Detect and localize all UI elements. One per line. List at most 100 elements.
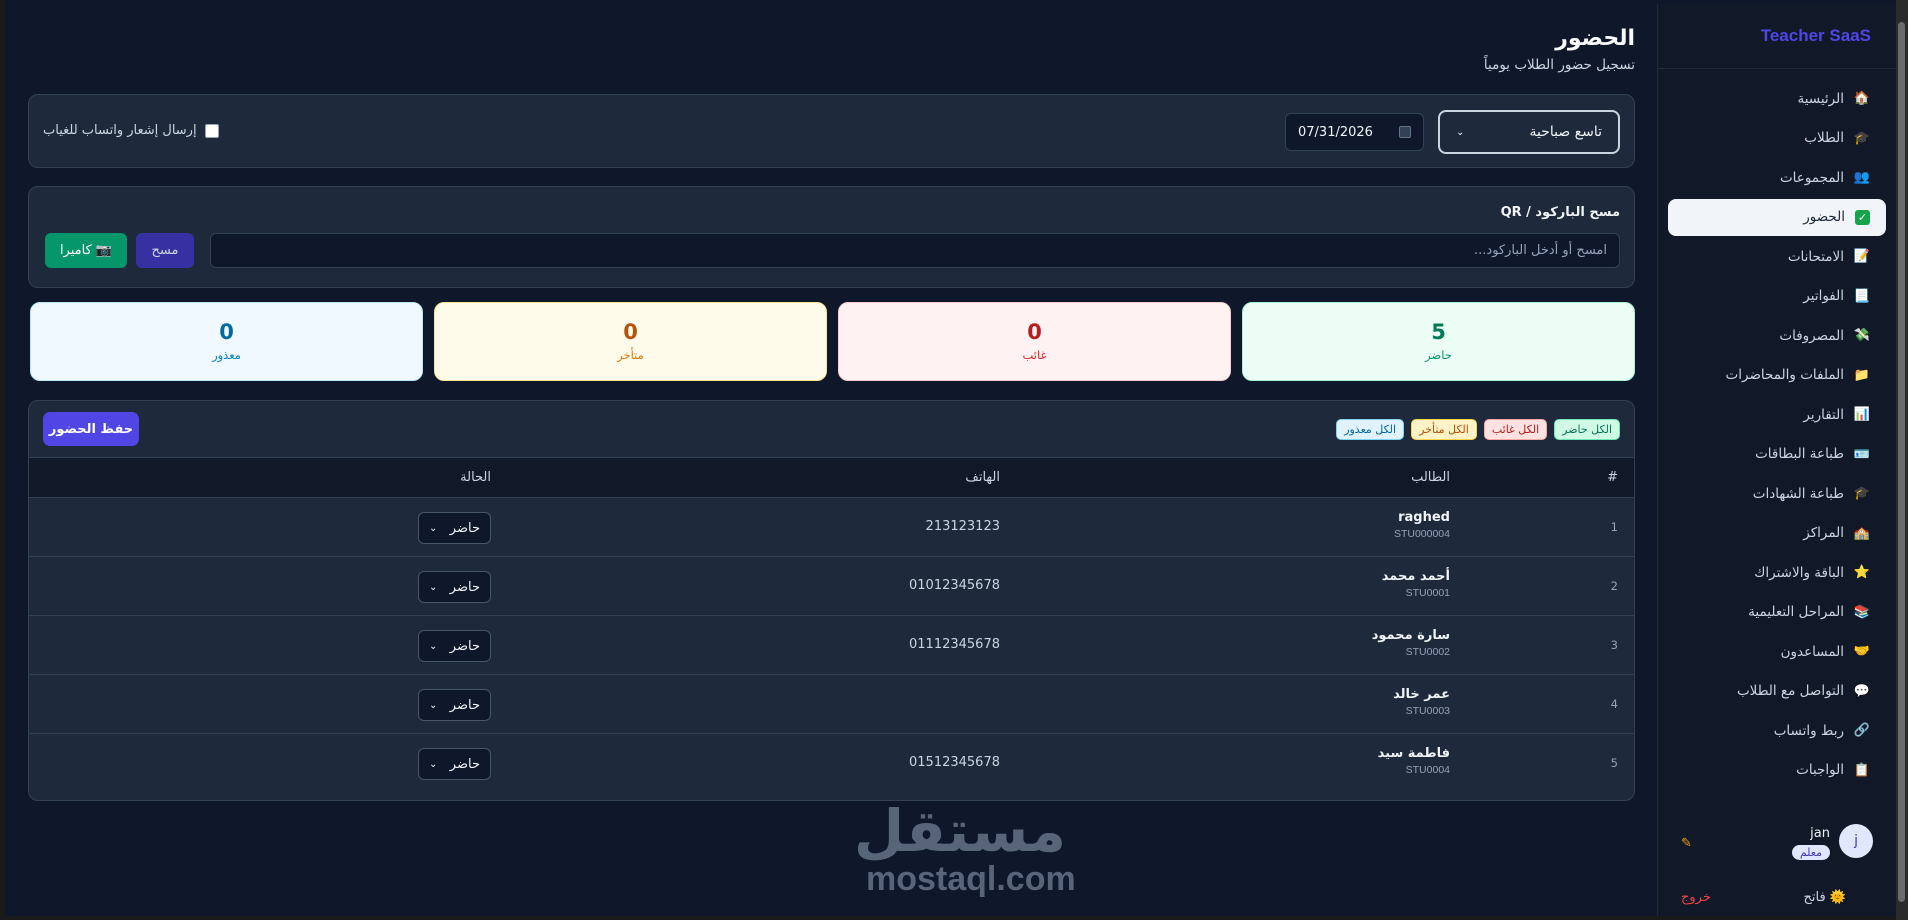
- sidebar-item-4[interactable]: 📝 الامتحانات: [1668, 238, 1886, 275]
- stat-late-count: 0: [623, 320, 638, 344]
- group-select-value: تاسع صباحية: [1529, 124, 1602, 140]
- student-code: STU000004: [1393, 528, 1450, 540]
- folder-icon: 📁: [1853, 367, 1870, 383]
- date-input[interactable]: 07/31/2026: [1285, 113, 1424, 151]
- row-index: 2: [1610, 579, 1618, 593]
- sidebar-item-2[interactable]: 👥 المجموعات: [1668, 159, 1886, 196]
- theme-toggle-button[interactable]: 🌞 فاتح: [1803, 890, 1846, 905]
- status-value: حاضر: [449, 520, 480, 536]
- status-select[interactable]: حاضر ⌄: [418, 689, 491, 721]
- sidebar-item-8[interactable]: 📊 التقارير: [1668, 396, 1886, 433]
- scan-label: مسح الباركود / QR: [1500, 205, 1620, 220]
- watermark-arabic: مستقل: [853, 797, 1066, 865]
- table-row: 3 سارة محمود STU0002 01112345678 حاضر ⌄: [29, 616, 1634, 675]
- divider: [1658, 68, 1896, 69]
- sun-icon: 🌞: [1829, 890, 1846, 905]
- sidebar-item-12[interactable]: ⭐ الباقة والاشتراك: [1668, 554, 1886, 591]
- sidebar-item-16[interactable]: 🔗 ربط واتساب: [1668, 712, 1886, 749]
- exams-icon: 📝: [1853, 249, 1870, 264]
- stat-present-card: 5 حاضر: [1242, 302, 1635, 381]
- sidebar-item-7[interactable]: 📁 الملفات والمحاضرات: [1668, 357, 1886, 394]
- user-name: jan: [1810, 826, 1830, 841]
- avatar[interactable]: j: [1839, 824, 1873, 858]
- status-select[interactable]: حاضر ⌄: [418, 630, 491, 662]
- save-attendance-button[interactable]: حفظ الحضور: [43, 412, 139, 446]
- sidebar-item-5[interactable]: 📃 الفواتير: [1668, 278, 1886, 315]
- student-name: raghed: [1398, 510, 1450, 525]
- stat-excused-label: معذور: [212, 348, 241, 362]
- chevron-down-icon: ⌄: [429, 581, 438, 593]
- sidebar-item-0[interactable]: 🏠 الرئيسية: [1668, 80, 1886, 117]
- scan-button[interactable]: مسح: [136, 233, 194, 268]
- scrollbar-thumb[interactable]: [1898, 22, 1905, 902]
- sidebar-item-label: الحضور: [1803, 209, 1845, 225]
- group-select[interactable]: تاسع صباحية ⌄: [1438, 110, 1620, 154]
- whatsapp-notify-label: إرسال إشعار واتساب للغياب: [43, 123, 197, 138]
- chevron-down-icon: ⌄: [1456, 126, 1465, 138]
- stat-excused-count: 0: [219, 320, 234, 344]
- page-subtitle: تسجيل حضور الطلاب يومياً: [1483, 57, 1635, 73]
- sidebar-item-1[interactable]: 🎓 الطلاب: [1668, 120, 1886, 157]
- student-cell: أحمد محمد STU0001: [1382, 569, 1450, 599]
- mark-all-excused-button[interactable]: الكل معذور: [1336, 419, 1405, 440]
- column-header-status: الحالة: [460, 470, 491, 485]
- row-index: 3: [1610, 638, 1618, 652]
- stat-present-count: 5: [1431, 320, 1446, 344]
- sidebar-item-3[interactable]: ✓ الحضور: [1668, 198, 1886, 236]
- student-phone: 213123123: [925, 519, 1000, 534]
- barcode-input[interactable]: امسح أو أدخل الباركود...: [210, 233, 1620, 268]
- calendar-icon[interactable]: [1399, 126, 1411, 138]
- main-content: الحضور تسجيل حضور الطلاب يومياً تاسع صبا…: [28, 4, 1635, 916]
- sidebar-item-label: الواجبات: [1796, 762, 1844, 778]
- logout-button[interactable]: خروج: [1681, 890, 1711, 905]
- groups-icon: 👥: [1853, 170, 1870, 185]
- mark-all-late-button[interactable]: الكل متأخر: [1411, 419, 1477, 440]
- mark-all-present-button[interactable]: الكل حاضر: [1554, 419, 1620, 440]
- student-phone: 01512345678: [909, 755, 1000, 770]
- camera-button[interactable]: 📷 كاميرا: [45, 233, 127, 268]
- mark-all-absent-button[interactable]: الكل غائب: [1483, 419, 1548, 440]
- pencil-icon[interactable]: ✎: [1681, 836, 1692, 851]
- sidebar-item-label: الفواتير: [1803, 288, 1844, 304]
- stat-absent-label: غائب: [1022, 348, 1047, 362]
- sidebar-item-9[interactable]: 🪪 طباعة البطاقات: [1668, 436, 1886, 473]
- user-box: j jan معلم ✎: [1658, 812, 1896, 872]
- student-name: عمر خالد: [1393, 687, 1450, 702]
- scrollbar-track[interactable]: [1896, 0, 1908, 920]
- star-icon: ⭐: [1853, 565, 1870, 580]
- status-select[interactable]: حاضر ⌄: [418, 748, 491, 780]
- sidebar-item-10[interactable]: 🎓 طباعة الشهادات: [1668, 475, 1886, 512]
- bulk-actions: الكل حاضر الكل غائب الكل متأخر الكل معذو…: [1336, 419, 1620, 440]
- status-select[interactable]: حاضر ⌄: [418, 571, 491, 603]
- student-cell: سارة محمود STU0002: [1372, 628, 1450, 658]
- attendance-check-icon: ✓: [1855, 209, 1870, 225]
- sidebar-item-label: الامتحانات: [1787, 248, 1844, 265]
- sidebar-item-13[interactable]: 📚 المراحل التعليمية: [1668, 594, 1886, 631]
- sidebar-item-17[interactable]: 📋 الواجبات: [1668, 752, 1886, 789]
- filter-toolbar: تاسع صباحية ⌄ 07/31/2026 إرسال إشعار وات…: [28, 94, 1635, 168]
- whatsapp-notify-checkbox[interactable]: [204, 123, 219, 138]
- status-value: حاضر: [449, 756, 480, 772]
- sidebar-item-label: الملفات والمحاضرات: [1725, 367, 1844, 383]
- books-icon: 📚: [1853, 604, 1870, 620]
- sidebar-item-label: طباعة الشهادات: [1752, 485, 1844, 502]
- column-header-student[interactable]: الطالب: [1411, 470, 1450, 485]
- table-row: 5 فاطمة سيد STU0004 01512345678 حاضر ⌄: [29, 734, 1634, 793]
- barcode-scan-card: مسح الباركود / QR امسح أو أدخل الباركود.…: [28, 186, 1635, 288]
- reports-icon: 📊: [1853, 407, 1870, 422]
- column-header-phone[interactable]: الهاتف: [965, 470, 1000, 485]
- status-select[interactable]: حاضر ⌄: [418, 512, 491, 544]
- sidebar-item-14[interactable]: 🤝 المساعدون: [1668, 633, 1886, 670]
- sidebar-item-15[interactable]: 💬 التواصل مع الطلاب: [1668, 673, 1886, 710]
- brand-logo[interactable]: Teacher SaaS: [1761, 26, 1871, 46]
- student-code: STU0003: [1405, 705, 1450, 717]
- sidebar-item-6[interactable]: 💸 المصروفات: [1668, 317, 1886, 354]
- whatsapp-notify-toggle[interactable]: إرسال إشعار واتساب للغياب: [43, 123, 219, 138]
- row-index: 1: [1610, 520, 1618, 534]
- sidebar-item-11[interactable]: 🏫 المراكز: [1668, 515, 1886, 552]
- students-icon: 🎓: [1853, 130, 1870, 146]
- student-cell: فاطمة سيد STU0004: [1378, 746, 1450, 776]
- student-name: فاطمة سيد: [1377, 746, 1450, 761]
- table-header: # الطالب الهاتف الحالة: [29, 457, 1634, 498]
- stat-late-card: 0 متأخر: [434, 302, 827, 381]
